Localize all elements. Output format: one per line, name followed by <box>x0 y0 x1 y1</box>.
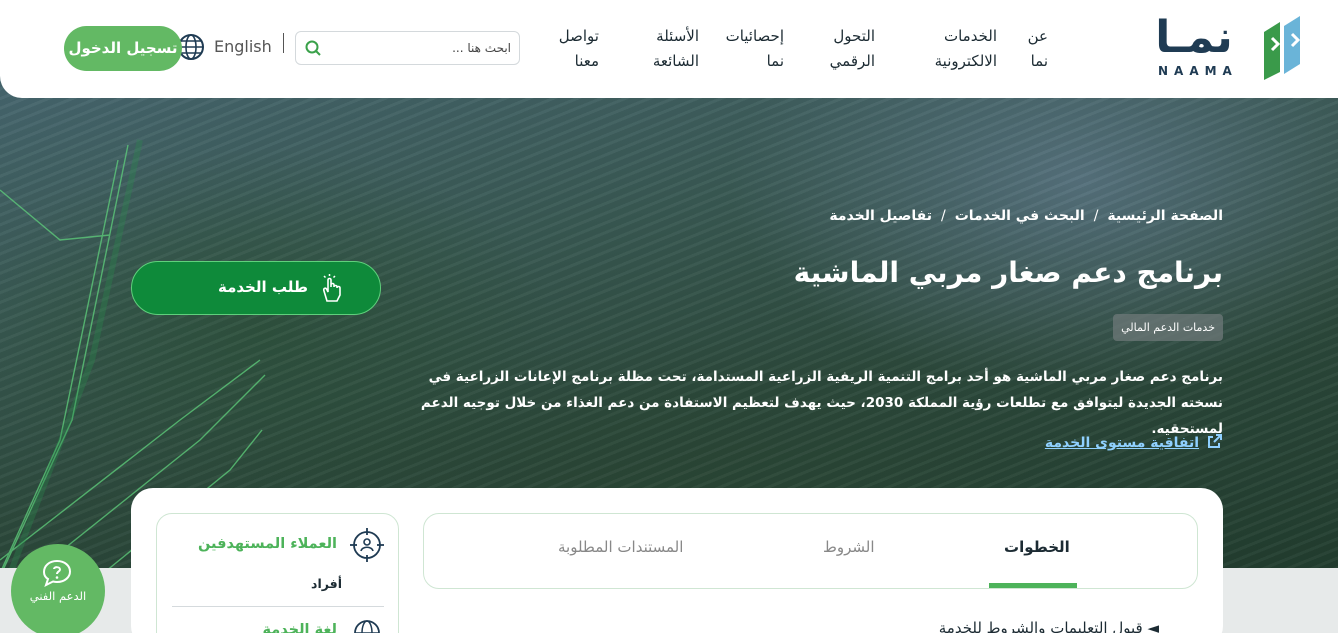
pointer-hand-icon <box>323 274 341 302</box>
breadcrumb-separator: / <box>940 208 946 224</box>
request-service-label: طلب الخدمة <box>218 278 308 296</box>
external-link-icon <box>1208 434 1222 448</box>
logo-arabic-text: نمـا <box>1155 12 1233 63</box>
technical-support-button[interactable]: الدعم الفني <box>11 544 105 633</box>
language-switch[interactable]: English <box>214 37 272 56</box>
breadcrumb: الصفحة الرئيسية / البحث في الخدمات / تفاصيل … <box>829 208 1223 224</box>
nav-e-services[interactable]: الخدمات الالكترونية <box>935 24 997 74</box>
nav-digital-transformation[interactable]: التحول الرقمي <box>830 24 875 74</box>
tab-steps[interactable]: الخطوات <box>1004 538 1070 556</box>
login-button[interactable]: تسجيل الدخول <box>64 26 182 71</box>
logo-latin-text: NAAMA <box>1158 64 1238 78</box>
service-language-title: لغة الخدمة <box>262 622 337 633</box>
breadcrumb-current: تفاصيل الخدمة <box>829 208 932 224</box>
details-tabs: الخطوات الشروط المستندات المطلوبة <box>423 513 1198 589</box>
nav-faq[interactable]: الأسئلة الشائعة <box>653 24 699 74</box>
panel-divider <box>172 606 384 607</box>
step-item: ◄ قبول التعليمات والشروط للخدمة <box>939 619 1159 633</box>
breadcrumb-separator: / <box>1093 208 1099 224</box>
naama-logo[interactable]: نمـا NAAMA <box>1146 12 1310 84</box>
nav-statistics[interactable]: إحصائيات نما <box>726 24 784 74</box>
service-description: برنامج دعم صغار مربي الماشية هو أحد برام… <box>420 369 1223 437</box>
site-header: نمـا NAAMA عن نما الخدمات الالكترونية ال… <box>0 0 1338 98</box>
sla-link-label: اتفاقية مستوى الخدمة <box>1044 435 1199 451</box>
nav-contact[interactable]: تواصل معنا <box>559 24 599 74</box>
step-item-label: قبول التعليمات والشروط للخدمة <box>938 619 1143 633</box>
header-divider <box>283 33 284 53</box>
service-title: برنامج دعم صغار مربي الماشية <box>793 256 1223 289</box>
active-tab-indicator <box>989 583 1077 588</box>
technical-support-label: الدعم الفني <box>29 589 87 603</box>
beneficiaries-value: أفراد <box>311 576 342 591</box>
chat-question-icon <box>42 559 72 587</box>
beneficiaries-title: العملاء المستهدفين <box>197 536 337 552</box>
service-details-card: الخطوات الشروط المستندات المطلوبة ◄ قبول… <box>131 488 1223 633</box>
search-input[interactable] <box>326 36 511 60</box>
category-badge: خدمات الدعم المالي <box>1113 314 1223 341</box>
tab-required-documents[interactable]: المستندات المطلوبة <box>558 538 683 556</box>
target-user-icon <box>350 528 384 562</box>
search-box <box>295 31 520 65</box>
breadcrumb-home[interactable]: الصفحة الرئيسية <box>1107 208 1223 224</box>
search-icon[interactable] <box>304 39 322 57</box>
service-info-panel: العملاء المستهدفين أفراد لغة الخدمة <box>156 513 399 633</box>
nav-about[interactable]: عن نما <box>1028 24 1048 74</box>
language-globe-icon <box>354 620 380 633</box>
request-service-button[interactable]: طلب الخدمة <box>131 261 381 315</box>
logo-leaf-icon <box>1264 16 1301 80</box>
tab-conditions[interactable]: الشروط <box>823 538 875 556</box>
sla-link[interactable]: اتفاقية مستوى الخدمة <box>1045 433 1223 451</box>
breadcrumb-search-services[interactable]: البحث في الخدمات <box>955 208 1085 224</box>
